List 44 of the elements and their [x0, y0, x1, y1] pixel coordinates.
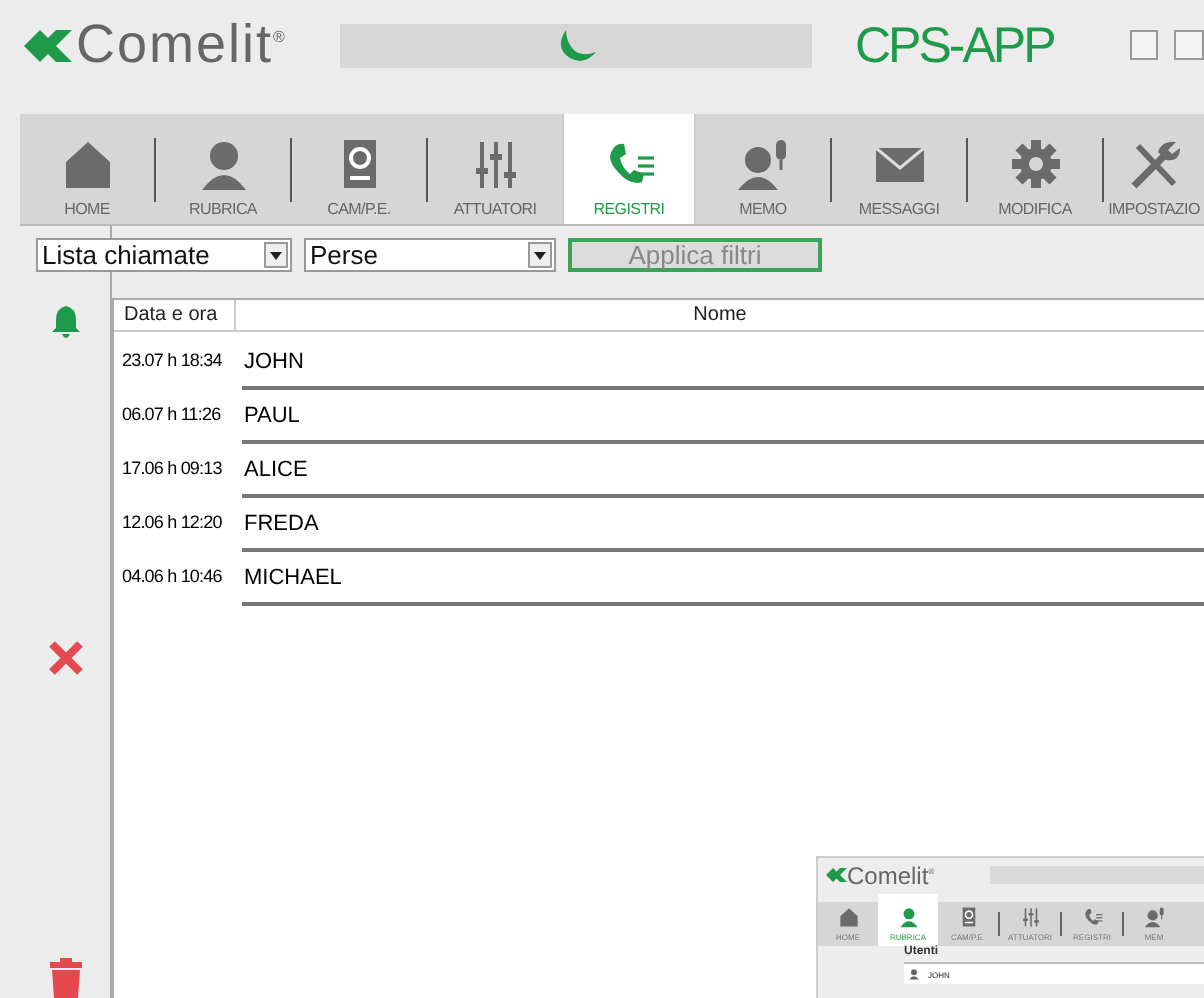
- logo-icon: [826, 868, 847, 882]
- gear-icon: [1007, 136, 1063, 192]
- column-header: Nome: [691, 304, 749, 326]
- date-cell-text: 12.06 h 12:20: [120, 511, 224, 531]
- logo-icon: [24, 29, 72, 61]
- minimize-button[interactable]: [1129, 30, 1159, 60]
- nav-tab[interactable]: HOME: [20, 114, 154, 224]
- person-icon: [897, 906, 919, 928]
- bell-icon[interactable]: [51, 306, 79, 338]
- close-icon[interactable]: [45, 638, 85, 678]
- logo-text: Comelit$^{®}$: [76, 14, 287, 76]
- app-title: CPS-APP: [855, 15, 1054, 75]
- column-header: Data e ora: [114, 300, 236, 330]
- tools-icon: [1126, 136, 1182, 192]
- nav-tab[interactable]: REGISTRI: [562, 114, 696, 224]
- nav-tab[interactable]: IMPOSTAZIO: [1104, 114, 1204, 224]
- phone-list-icon: [1081, 906, 1103, 928]
- person-icon: [908, 968, 920, 980]
- dropdown-caret-icon: [270, 251, 282, 259]
- name-cell: PAUL: [242, 391, 1204, 443]
- type-dropdown[interactable]: Perse: [304, 238, 556, 272]
- person-microphone-icon: [1143, 906, 1165, 928]
- sliders-icon: [1019, 906, 1041, 928]
- name-cell: JOHN: [242, 337, 1204, 389]
- date-cell-text: 17.06 h 09:13: [120, 457, 224, 477]
- date-cell-text: 06.07 h 11:26: [120, 403, 223, 423]
- intercom-icon: [957, 906, 979, 928]
- date-cell-text: 23.07 h 18:34: [120, 349, 224, 369]
- nav-tab[interactable]: MESSAGGI: [832, 114, 966, 224]
- dropdown-caret-icon: [534, 251, 546, 259]
- nav-tab[interactable]: RUBRICA: [156, 114, 290, 224]
- nav-tab[interactable]: CAM/P.E.: [292, 114, 426, 224]
- nav-tab[interactable]: MEMO: [696, 114, 830, 224]
- list-dropdown[interactable]: Lista chiamate: [36, 238, 292, 272]
- nav-tab[interactable]: ATTUATORI: [428, 114, 562, 224]
- name-cell: FREDA: [242, 499, 1204, 551]
- date-cell-text: 04.06 h 10:46: [120, 565, 224, 585]
- nav-tab[interactable]: MODIFICA: [968, 114, 1102, 224]
- name-cell: ALICE: [242, 445, 1204, 497]
- name-cell: MICHAEL: [242, 553, 1204, 605]
- house-icon: [837, 906, 859, 928]
- trash-icon[interactable]: [49, 958, 81, 998]
- person-microphone-icon: [735, 136, 791, 192]
- maximize-button[interactable]: [1174, 30, 1204, 60]
